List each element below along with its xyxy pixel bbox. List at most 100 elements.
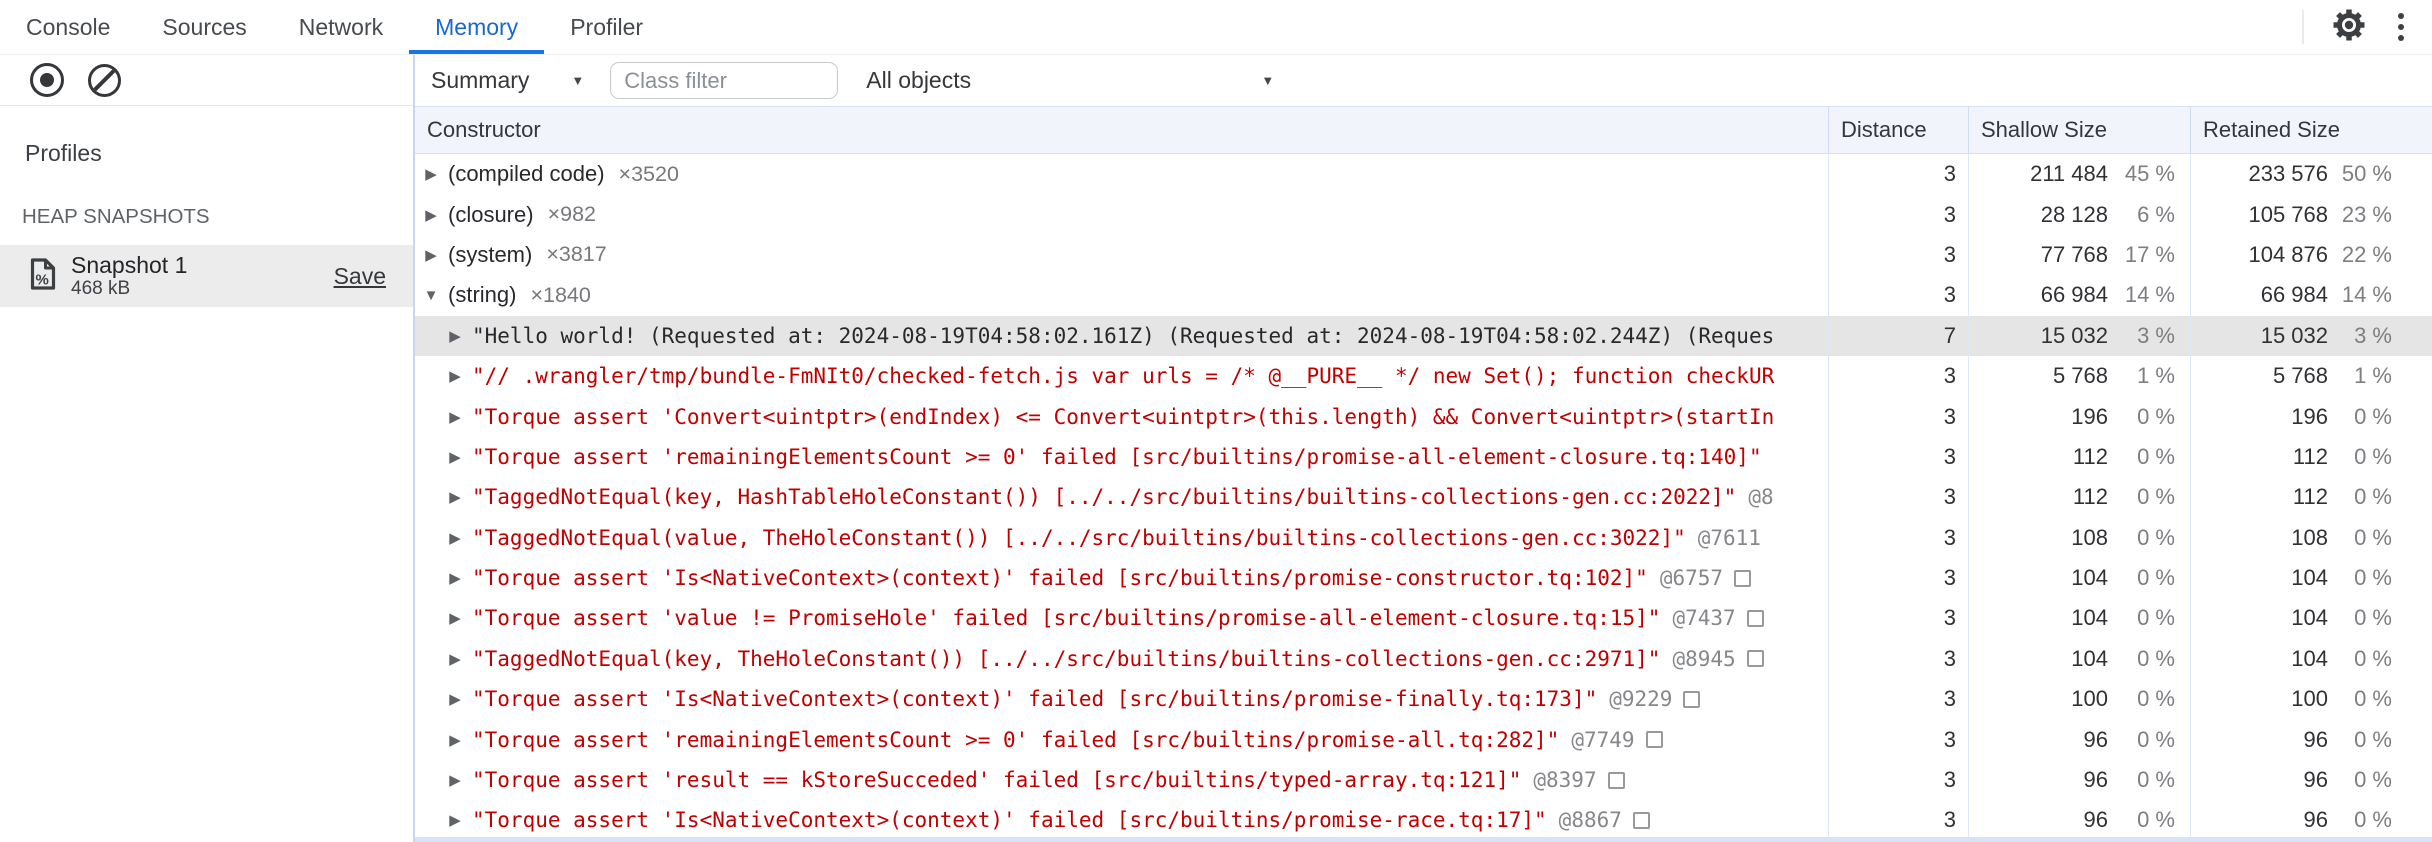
constructor-name: "TaggedNotEqual(value, TheHoleConstant()… xyxy=(472,525,1686,550)
shallow-pct: 0 % xyxy=(2137,524,2175,550)
expand-arrow-icon[interactable]: ▶ xyxy=(444,731,466,749)
table-row[interactable]: ▶ "TaggedNotEqual(key, HashTableHoleCons… xyxy=(415,477,2432,518)
constructor-name: (compiled code) xyxy=(448,161,605,187)
shallow-value: 96 xyxy=(2083,767,2108,793)
table-row[interactable]: ▶ "Torque assert 'Convert<uintptr>(endIn… xyxy=(415,396,2432,437)
constructor-name: (closure) xyxy=(448,201,534,227)
shallow-value: 96 xyxy=(2083,726,2108,752)
tab-sources[interactable]: Sources xyxy=(136,0,272,54)
table-row[interactable]: ▶ (closure) ×982 3 28 128 6 % 105 768 23 % xyxy=(415,194,2432,235)
table-row[interactable]: ▶ "TaggedNotEqual(value, TheHoleConstant… xyxy=(415,517,2432,558)
cell-retained: 96 0 % xyxy=(2190,759,2432,801)
expand-arrow-icon[interactable]: ▶ xyxy=(444,529,466,547)
cell-constructor: ▶ "Torque assert 'Is<NativeContext>(cont… xyxy=(415,558,1828,598)
expand-arrow-icon[interactable]: ▶ xyxy=(444,448,466,466)
cell-retained: 104 0 % xyxy=(2190,598,2432,639)
expand-arrow-icon[interactable]: ▶ xyxy=(444,488,466,506)
shallow-pct: 0 % xyxy=(2137,726,2175,752)
shallow-value: 112 xyxy=(2072,484,2108,510)
snapshot-list-item[interactable]: % Snapshot 1 468 kB Save xyxy=(0,245,413,307)
column-header-retained-size[interactable]: Retained Size xyxy=(2190,107,2432,153)
save-snapshot-link[interactable]: Save xyxy=(334,263,386,290)
expand-arrow-icon[interactable]: ▶ xyxy=(444,408,466,426)
class-filter-input[interactable] xyxy=(610,62,839,99)
table-row[interactable]: ▶ "Torque assert 'remainingElementsCount… xyxy=(415,436,2432,478)
cell-shallow: 66 984 14 % xyxy=(1968,275,2190,316)
tab-label: Sources xyxy=(162,13,247,40)
perspective-select-value: Summary xyxy=(431,67,530,93)
tab-console[interactable]: Console xyxy=(0,0,136,54)
perspective-select[interactable]: Summary ▼ xyxy=(419,55,596,106)
objects-select[interactable]: All objects ▼ xyxy=(854,55,1286,106)
expand-arrow-icon[interactable]: ▶ xyxy=(444,609,466,627)
record-icon[interactable] xyxy=(30,63,64,97)
expand-arrow-icon[interactable]: ▶ xyxy=(444,771,466,789)
snapshot-info: Snapshot 1 468 kB xyxy=(71,252,187,300)
cell-distance: 3 xyxy=(1828,275,1968,316)
retained-value: 66 984 xyxy=(2260,282,2328,308)
cell-shallow: 104 0 % xyxy=(1968,638,2190,680)
expand-arrow-icon[interactable]: ▶ xyxy=(444,811,466,829)
expand-arrow-icon[interactable]: ▼ xyxy=(420,287,442,304)
instance-count: ×3520 xyxy=(618,161,679,186)
table-row[interactable]: ▶ "Torque assert 'Is<NativeContext>(cont… xyxy=(415,679,2432,720)
tabbar-spacer xyxy=(669,0,2302,54)
chevron-down-icon: ▼ xyxy=(1261,73,1275,88)
column-header-constructor[interactable]: Constructor xyxy=(415,107,1828,153)
table-row[interactable]: ▶ "// .wrangler/tmp/bundle-FmNIt0/checke… xyxy=(415,355,2432,397)
table-row[interactable]: ▶ "Torque assert 'Is<NativeContext>(cont… xyxy=(415,557,2432,599)
tab-label: Profiler xyxy=(570,13,644,40)
retained-pct: 50 % xyxy=(2341,161,2392,187)
retained-value: 104 xyxy=(2291,645,2328,671)
preview-box-icon xyxy=(1632,811,1650,829)
column-header-shallow-size[interactable]: Shallow Size xyxy=(1968,107,2190,153)
retained-pct: 0 % xyxy=(2354,484,2392,510)
clear-icon[interactable] xyxy=(88,63,121,97)
shallow-pct: 0 % xyxy=(2137,403,2175,429)
table-row[interactable]: ▶ "Torque assert 'value != PromiseHole' … xyxy=(415,598,2432,639)
preview-box-icon xyxy=(1746,650,1764,668)
tabbar-actions xyxy=(2302,0,2432,54)
expand-arrow-icon[interactable]: ▶ xyxy=(444,650,466,668)
table-row[interactable]: ▶ (compiled code) ×3520 3 211 484 45 % 23… xyxy=(415,154,2432,195)
expand-arrow-icon[interactable]: ▶ xyxy=(420,246,442,264)
table-row[interactable]: ▶ "TaggedNotEqual(key, TheHoleConstant()… xyxy=(415,638,2432,680)
expand-arrow-icon[interactable]: ▶ xyxy=(444,327,466,345)
shallow-value: 196 xyxy=(2071,403,2108,429)
cell-shallow: 104 0 % xyxy=(1968,557,2190,599)
retained-pct: 22 % xyxy=(2341,241,2392,267)
shallow-pct: 0 % xyxy=(2137,605,2175,631)
tab-network[interactable]: Network xyxy=(273,0,409,54)
shallow-value: 100 xyxy=(2071,686,2108,712)
expand-arrow-icon[interactable]: ▶ xyxy=(444,690,466,708)
table-row[interactable]: ▼ (string) ×1840 3 66 984 14 % 66 984 14 % xyxy=(415,275,2432,316)
settings-gear-icon[interactable] xyxy=(2332,8,2366,47)
more-kebab-icon[interactable] xyxy=(2394,9,2408,45)
expand-arrow-icon[interactable]: ▶ xyxy=(444,569,466,587)
object-id: @8867 xyxy=(1558,808,1622,833)
cell-retained: 233 576 50 % xyxy=(2190,154,2432,195)
expand-arrow-icon[interactable]: ▶ xyxy=(420,165,442,183)
table-row[interactable]: ▶ "Torque assert 'remainingElementsCount… xyxy=(415,719,2432,760)
cell-shallow: 211 484 45 % xyxy=(1968,154,2190,195)
retained-pct: 0 % xyxy=(2354,686,2392,712)
expand-arrow-icon[interactable]: ▶ xyxy=(444,367,466,385)
shallow-pct: 0 % xyxy=(2137,443,2175,469)
table-row[interactable]: ▶ (system) ×3817 3 77 768 17 % 104 876 22 … xyxy=(415,234,2432,276)
table-row[interactable]: ▶ "Hello world! (Requested at: 2024-08-1… xyxy=(415,315,2432,356)
retained-value: 104 xyxy=(2291,605,2328,631)
heap-snapshot-file-icon: % xyxy=(30,257,56,295)
cell-shallow: 96 0 % xyxy=(1968,800,2190,841)
cell-constructor: ▼ (string) ×1840 xyxy=(415,275,1828,315)
column-header-distance[interactable]: Distance xyxy=(1828,107,1968,153)
table-row[interactable]: ▶ "Torque assert 'Is<NativeContext>(cont… xyxy=(415,800,2432,841)
chevron-down-icon: ▼ xyxy=(571,73,585,88)
expand-arrow-icon[interactable]: ▶ xyxy=(420,206,442,224)
constructor-name: "Torque assert 'Convert<uintptr>(endInde… xyxy=(472,404,1775,429)
table-row[interactable]: ▶ "Torque assert 'result == kStoreSucced… xyxy=(415,759,2432,801)
retained-pct: 0 % xyxy=(2354,565,2392,591)
tab-memory[interactable]: Memory xyxy=(409,0,545,54)
tab-profiler[interactable]: Profiler xyxy=(544,0,669,54)
shallow-pct: 14 % xyxy=(2124,282,2175,308)
cell-constructor: ▶ "TaggedNotEqual(value, TheHoleConstant… xyxy=(415,518,1828,558)
